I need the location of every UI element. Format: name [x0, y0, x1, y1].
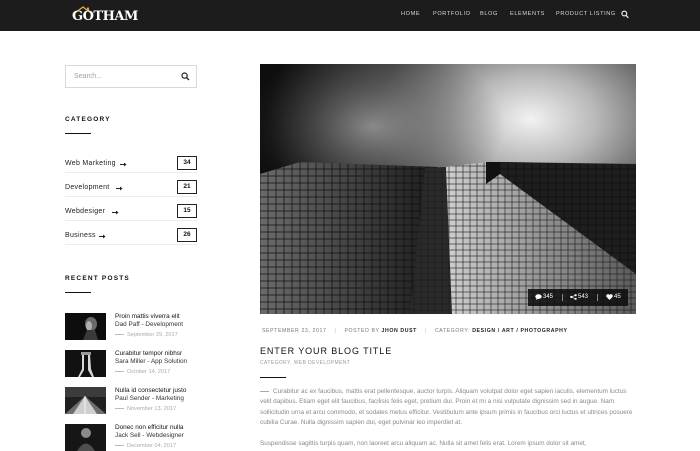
heart-icon[interactable]	[606, 294, 613, 300]
logo[interactable]: GOTHAM	[72, 6, 138, 26]
nav-home[interactable]: HOME	[401, 11, 420, 17]
category-label: Webdesiger	[65, 208, 106, 215]
heading-underline	[65, 133, 91, 134]
recent-post-thumbnail[interactable]	[65, 387, 106, 414]
category-count: 15	[177, 204, 197, 218]
heading-underline	[65, 292, 91, 293]
recent-post-meta: Sara Miller - App Solution	[115, 358, 188, 365]
logo-text: GOTHAM	[72, 9, 138, 24]
category-label: CATEGORY:	[434, 328, 471, 334]
comment-icon[interactable]	[535, 294, 542, 300]
post-category-design[interactable]: DESIGN	[472, 328, 496, 334]
category-label: Business	[65, 232, 96, 239]
arrow-right-icon	[116, 186, 123, 191]
category-count: 26	[177, 228, 197, 242]
recent-post-date: November 13, 2017	[115, 406, 176, 412]
like-count: 45	[614, 294, 621, 300]
divider	[65, 172, 197, 173]
post-meta-line: SEPTEMBER 23, 2017 | POSTED BY JHON DUST…	[262, 328, 568, 334]
share-count: 543	[578, 294, 589, 300]
category-item-webdesiger[interactable]: Webdesiger 15	[65, 201, 197, 225]
divider	[65, 220, 197, 221]
post-excerpt: Curabitur ac ex faucibus, mattis erat pe…	[260, 387, 636, 429]
category-divider: /	[516, 328, 519, 334]
search-input[interactable]: Search...	[74, 73, 102, 80]
arrow-right-icon	[120, 162, 127, 167]
excerpt-text: Curabitur ac ex faucibus, mattis erat pe…	[260, 388, 633, 427]
skyscraper-photo	[260, 64, 636, 314]
recent-post-title[interactable]: Donec non efficitur nulla	[115, 424, 183, 431]
post-subcategory: CATEGORY, WEB DEVELOPMENT	[260, 360, 351, 366]
recent-posts-heading: RECENT POSTS	[65, 275, 130, 282]
nav-portfolio[interactable]: PORTFOLIO	[433, 11, 471, 17]
recent-post-title[interactable]: Curabitur tempor nibhsr	[115, 350, 182, 357]
category-label: Web Marketing	[65, 160, 116, 167]
nav-product-listing[interactable]: PRODUCT LISTING	[556, 11, 616, 17]
share-icon[interactable]	[570, 294, 577, 300]
post-paragraph: Suspendisse sagittis turpis quam, non la…	[260, 440, 587, 447]
arrow-right-icon	[99, 234, 106, 239]
category-divider: /	[497, 328, 500, 334]
category-item-development[interactable]: Development 21	[65, 177, 197, 201]
featured-image[interactable]	[260, 64, 636, 314]
recent-post-thumbnail[interactable]	[65, 313, 106, 340]
thumbnail-image	[65, 313, 106, 340]
post-category-art[interactable]: ART	[502, 328, 514, 334]
post-stats-bar: 345 543 45	[528, 289, 628, 306]
nav-blog[interactable]: BLOG	[480, 11, 498, 17]
post-author[interactable]: JHON DUST	[382, 328, 417, 334]
recent-post-thumbnail[interactable]	[65, 350, 106, 377]
category-heading: CATEGORY	[65, 116, 111, 123]
nav-elements[interactable]: ELEMENTS	[510, 11, 545, 17]
recent-post-thumbnail[interactable]	[65, 424, 106, 451]
thumbnail-image	[65, 350, 106, 377]
sidebar-search[interactable]: Search...	[65, 65, 197, 88]
recent-post-title[interactable]: Proin mattis viverra elit	[115, 313, 180, 320]
comment-count: 345	[543, 294, 554, 300]
category-item-business[interactable]: Business 26	[65, 225, 197, 249]
search-icon[interactable]	[621, 10, 629, 19]
post-category-photography[interactable]: PHOTOGRAPHY	[520, 328, 567, 334]
category-label: Development	[65, 184, 110, 191]
search-icon[interactable]	[181, 72, 190, 81]
category-count: 21	[177, 180, 197, 194]
title-underline	[260, 377, 286, 378]
recent-post-date: December 04, 2017	[115, 443, 176, 449]
category-item-web-marketing[interactable]: Web Marketing 34	[65, 153, 197, 177]
thumbnail-image	[65, 424, 106, 451]
post-date: SEPTEMBER 23, 2017	[262, 328, 327, 334]
recent-post-date: September 29, 2017	[115, 332, 178, 338]
divider	[597, 294, 598, 301]
divider	[65, 244, 197, 245]
divider	[65, 196, 197, 197]
recent-post-title[interactable]: Nulla id consectetur justo	[115, 387, 186, 394]
category-count: 34	[177, 156, 197, 170]
recent-post-meta: Dad Paff - Development	[115, 321, 184, 328]
post-title[interactable]: ENTER YOUR BLOG TITLE	[260, 346, 392, 356]
top-navigation-bar: GOTHAM HOME PORTFOLIO BLOG ELEMENTS PROD…	[0, 0, 700, 31]
thumbnail-image	[65, 387, 106, 414]
recent-post-meta: Jack Sell - Webdesigner	[115, 432, 184, 439]
recent-post-date: October 14, 2017	[115, 369, 170, 375]
recent-post-meta: Paul Sender - Marketing	[115, 395, 184, 402]
arrow-right-icon	[112, 210, 119, 215]
divider	[562, 294, 563, 301]
posted-by-label: POSTED BY	[344, 328, 380, 334]
